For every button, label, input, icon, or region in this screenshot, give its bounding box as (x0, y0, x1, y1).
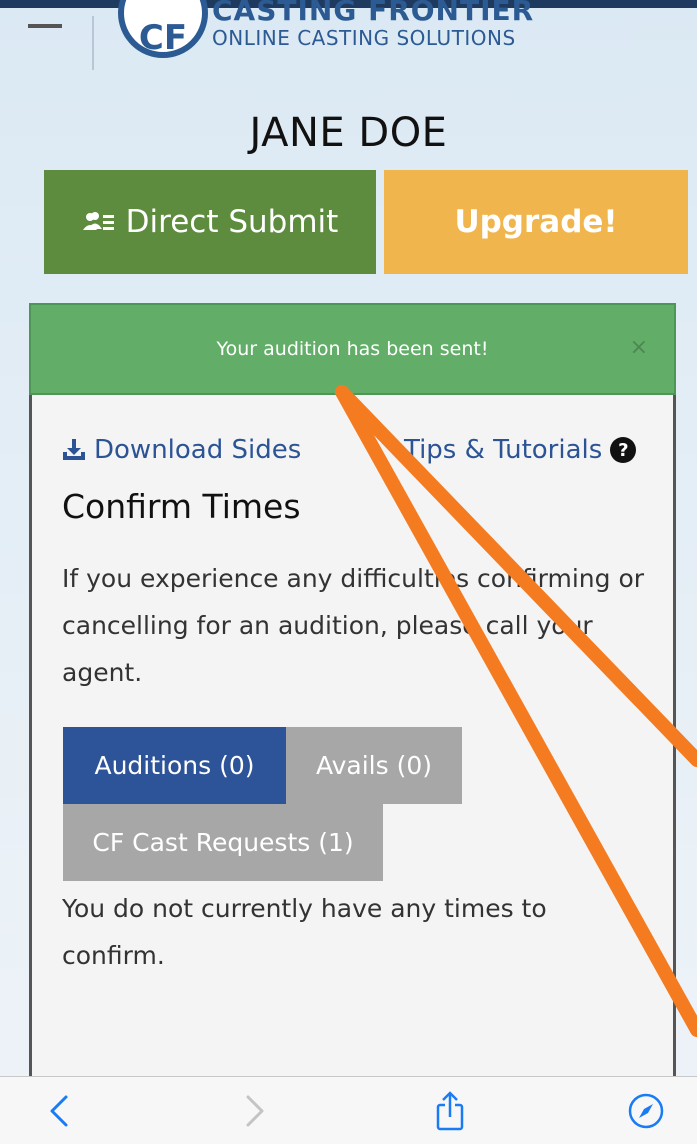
users-list-icon (82, 212, 114, 230)
back-icon[interactable] (40, 1091, 80, 1131)
tab-cf-cast-requests-label: CF Cast Requests (1) (92, 828, 354, 857)
empty-message: You do not currently have any times to c… (62, 894, 547, 970)
download-sides-link[interactable]: Download Sides (62, 435, 301, 465)
success-alert: Your audition has been sent! × (29, 303, 676, 395)
share-icon[interactable] (430, 1091, 470, 1131)
site-header: CF CASTING FRONTIER ONLINE CASTING SOLUT… (0, 0, 697, 70)
download-sides-label: Download Sides (94, 435, 302, 465)
question-icon: ? (610, 437, 637, 463)
upgrade-label: Upgrade! (454, 204, 618, 240)
compass-icon[interactable] (626, 1091, 666, 1131)
menu-icon[interactable] (28, 24, 62, 28)
logo-icon[interactable]: CF (118, 0, 208, 58)
tips-tutorials-label: Tips & Tutorials (404, 435, 603, 465)
upgrade-button[interactable]: Upgrade! (384, 170, 688, 274)
confirm-times-card: Download Sides Tips & Tutorials ? Confir… (29, 395, 676, 1115)
tab-auditions[interactable]: Auditions (0) (63, 727, 286, 804)
header-divider (92, 16, 94, 70)
logo-letters: CF (138, 18, 188, 58)
direct-submit-button[interactable]: Direct Submit (44, 170, 376, 274)
profile-name: JANE DOE (249, 110, 448, 156)
forward-icon[interactable] (234, 1091, 274, 1131)
logo-title: CASTING FRONTIER (212, 0, 535, 27)
tips-tutorials-link[interactable]: Tips & Tutorials ? (404, 435, 637, 465)
confirm-times-heading: Confirm Times (62, 487, 301, 526)
logo-subtitle: ONLINE CASTING SOLUTIONS (212, 26, 516, 50)
info-text: If you experience any difficulties confi… (62, 564, 645, 687)
close-icon[interactable]: × (630, 335, 648, 360)
tab-cf-cast-requests[interactable]: CF Cast Requests (1) (63, 804, 383, 881)
tab-avails[interactable]: Avails (0) (286, 727, 462, 804)
tab-auditions-label: Auditions (0) (94, 751, 255, 780)
download-icon (63, 439, 85, 460)
tab-avails-label: Avails (0) (315, 751, 433, 780)
browser-toolbar (0, 1076, 697, 1144)
alert-message: Your audition has been sent! (216, 338, 489, 360)
direct-submit-label: Direct Submit (125, 204, 339, 240)
